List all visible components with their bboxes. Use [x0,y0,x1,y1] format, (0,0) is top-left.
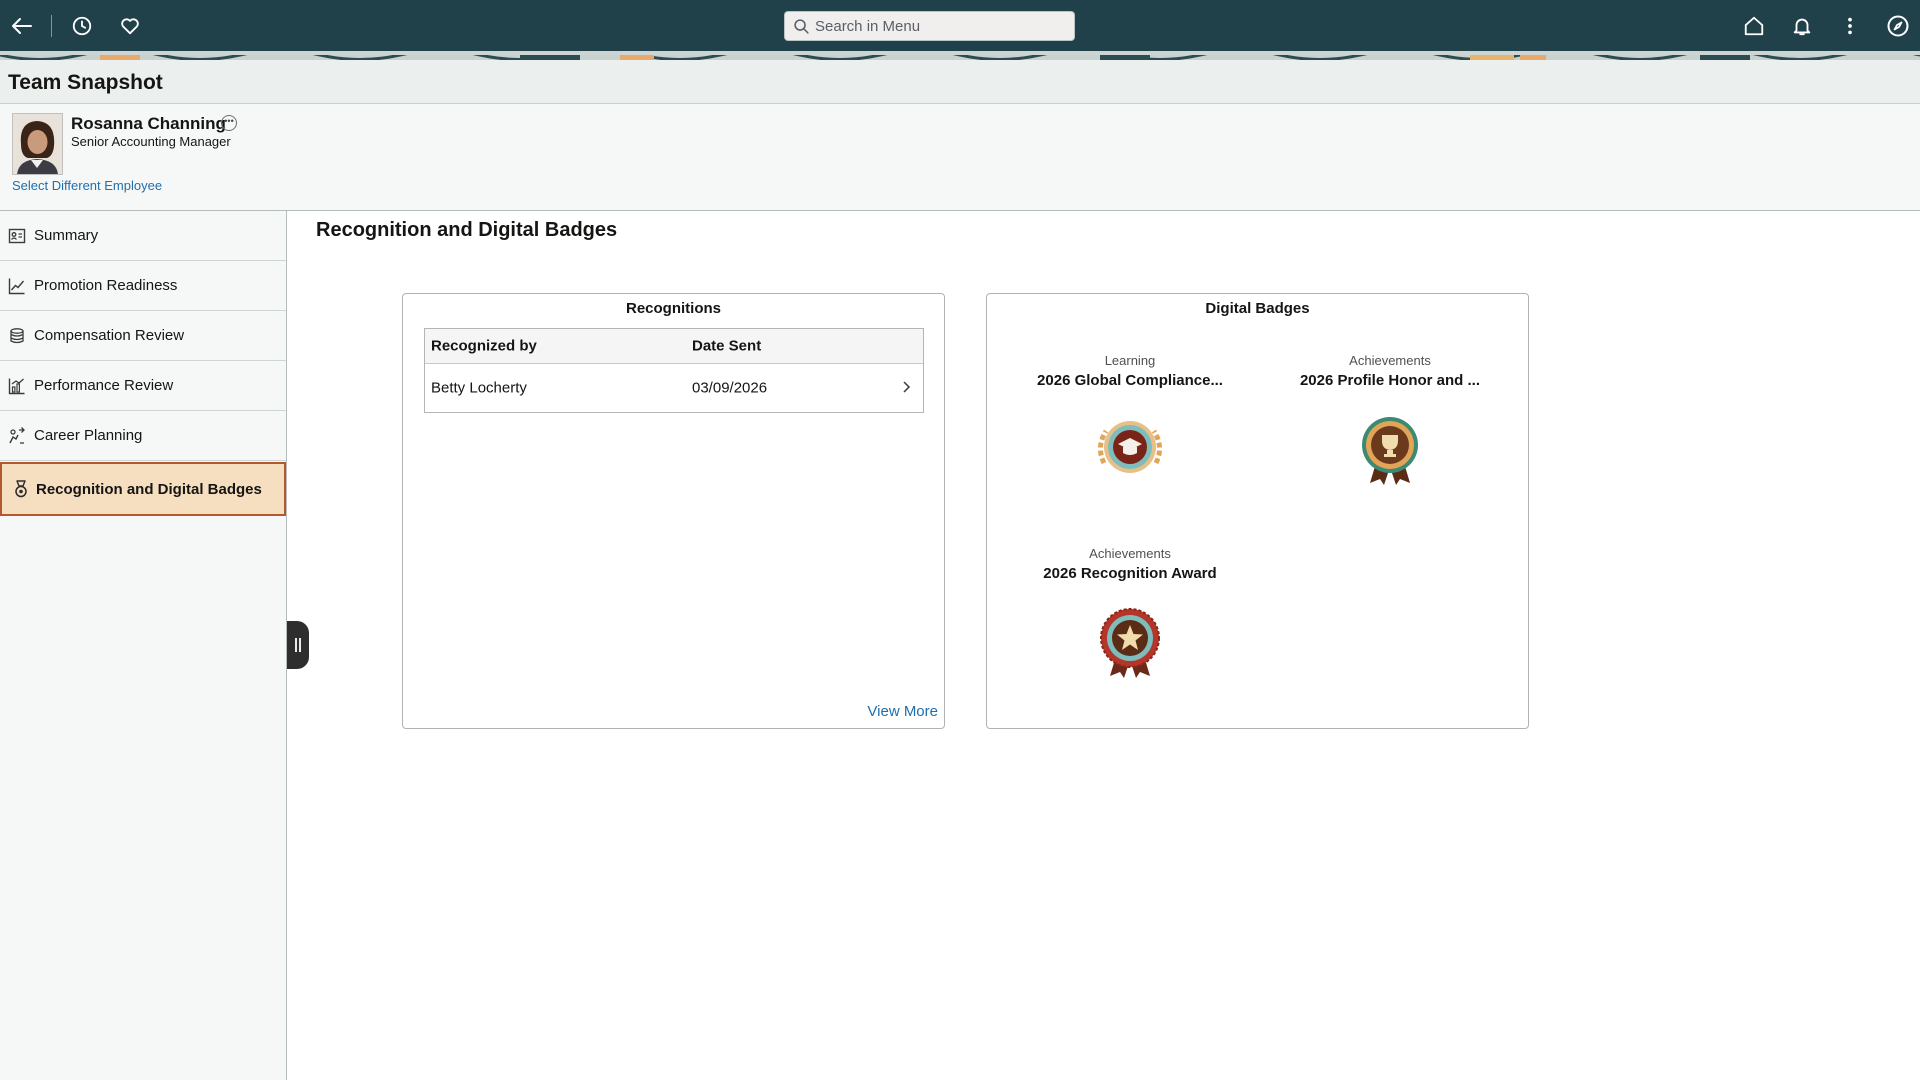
search-icon [793,18,810,39]
digital-badges-card: Digital Badges Learning 2026 Global Comp… [986,293,1529,729]
badge-item[interactable]: Achievements 2026 Profile Honor and ... [1270,353,1510,487]
sidebar-collapse-handle[interactable] [287,621,309,669]
sidebar-item-compensation-review[interactable]: Compensation Review [0,311,286,361]
sidebar-item-label: Career Planning [34,427,143,444]
decorative-banner [0,51,1920,60]
avatar [12,113,63,175]
favorites-heart-icon[interactable] [116,12,144,40]
select-different-employee-link[interactable]: Select Different Employee [12,178,162,193]
search-input[interactable]: Search in Menu [784,11,1075,41]
sidebar-item-label: Performance Review [34,377,174,394]
navigator-compass-icon[interactable] [1884,12,1912,40]
sidebar-item-career-planning[interactable]: Career Planning [0,411,286,461]
recognitions-table: Recognized by Date Sent Betty Locherty 0… [424,328,924,413]
recognitions-card: Recognitions Recognized by Date Sent Bet… [402,293,945,729]
view-more-link[interactable]: View More [867,703,938,720]
medal-icon [12,480,30,498]
graduation-cap-badge-icon [1090,407,1170,487]
badge-category: Learning [1104,353,1156,368]
sidebar-item-label: Promotion Readiness [34,277,178,294]
sidebar-item-summary[interactable]: Summary [0,211,286,261]
recognitions-title: Recognitions [625,300,721,317]
column-header-recognized-by: Recognized by [431,337,537,355]
sidebar-item-promotion-readiness[interactable]: Promotion Readiness [0,261,286,311]
bar-chart-icon [8,377,26,395]
badge-name: 2026 Global Compliance... [1037,372,1223,389]
employee-name: Rosanna Channing [71,114,226,133]
top-navigation-bar: Search in Menu [0,0,1920,51]
employee-actions-icon[interactable]: ••• [221,115,237,131]
sidebar-item-label: Compensation Review [34,327,185,344]
badge-name: 2026 Recognition Award [1043,565,1217,582]
star-ribbon-badge-icon [1090,600,1170,680]
chevron-right-icon [901,380,911,398]
column-header-date-sent: Date Sent [692,337,762,355]
section-title: Recognition and Digital Badges [316,219,618,241]
date-sent-cell: 03/09/2026 [692,379,768,397]
page-title-bar: Team Snapshot [0,60,1920,104]
table-row[interactable]: Betty Locherty 03/09/2026 [425,364,923,412]
back-arrow-icon[interactable] [8,12,36,40]
badge-item[interactable]: Learning 2026 Global Compliance... [1010,353,1250,487]
sidebar-item-label: Recognition and Digital Badges [36,480,262,498]
home-icon[interactable] [1740,12,1768,40]
sidebar-item-recognition-digital-badges[interactable]: Recognition and Digital Badges [0,462,286,516]
notifications-bell-icon[interactable] [1788,12,1816,40]
sidebar-item-performance-review[interactable]: Performance Review [0,361,286,411]
badge-category: Achievements [1349,353,1431,368]
employee-header: Rosanna Channing ••• Senior Accounting M… [0,104,1920,211]
table-header: Recognized by Date Sent [425,329,923,364]
history-icon[interactable] [68,12,96,40]
sidebar: Summary Promotion Readiness Compensation… [0,211,287,1080]
toolbar-divider [51,15,52,37]
more-actions-icon[interactable] [1836,12,1864,40]
coins-stack-icon [8,327,26,345]
line-chart-icon [8,277,26,295]
page-title: Team Snapshot [8,71,163,94]
digital-badges-title: Digital Badges [1205,300,1310,317]
career-path-icon [8,427,26,445]
badge-item[interactable]: Achievements 2026 Recognition Award [1010,546,1250,680]
search-placeholder: Search in Menu [815,17,921,35]
badge-category: Achievements [1089,546,1171,561]
id-card-icon [8,227,26,245]
badge-name: 2026 Profile Honor and ... [1299,372,1481,389]
sidebar-item-label: Summary [34,227,99,244]
trophy-ribbon-badge-icon [1350,407,1430,487]
employee-job-title: Senior Accounting Manager [71,134,231,149]
recognized-by-cell: Betty Locherty [431,379,527,397]
